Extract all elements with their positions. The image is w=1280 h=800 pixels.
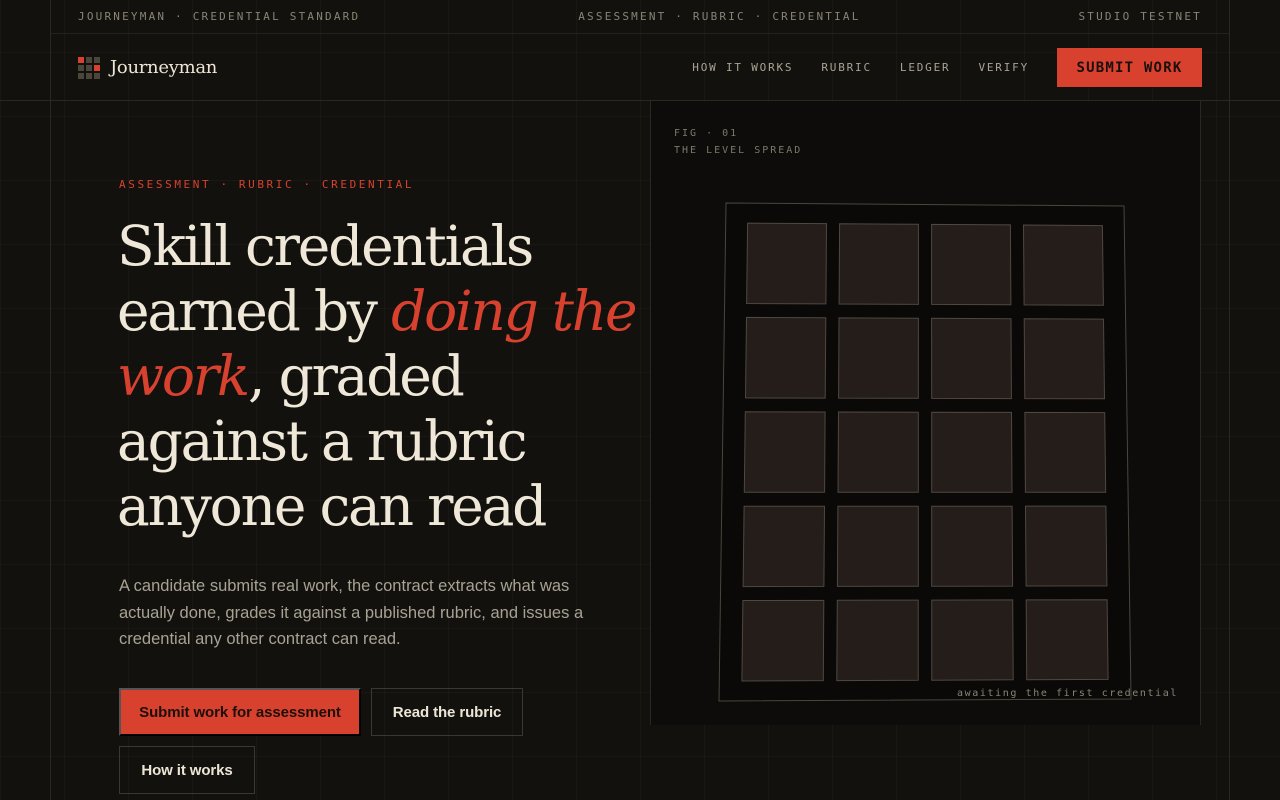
level-tile	[1024, 505, 1108, 587]
level-tile	[931, 223, 1012, 306]
level-tile	[1025, 599, 1109, 681]
level-spread-figure: FIG · 01 THE LEVEL SPREAD awaiting the f…	[650, 101, 1201, 725]
nav-links: HOW IT WORKS RUBRIC LEDGER VERIFY SUBMIT…	[664, 48, 1202, 87]
level-tile	[741, 599, 825, 682]
level-tile	[837, 411, 919, 493]
level-tile	[746, 222, 828, 305]
level-tile	[836, 599, 919, 682]
hero-lede: A candidate submits real work, the contr…	[119, 577, 584, 648]
how-it-works-button[interactable]: How it works	[119, 746, 255, 794]
level-tile	[743, 411, 826, 493]
level-tile	[836, 505, 919, 587]
level-tile	[838, 223, 919, 305]
level-tile	[742, 505, 826, 588]
level-tile	[931, 411, 1013, 493]
brand-grid-icon	[78, 56, 100, 79]
hero-eyebrow: ASSESSMENT · RUBRIC · CREDENTIAL	[119, 178, 415, 191]
nav-link-ledger[interactable]: LEDGER	[900, 61, 951, 74]
level-tile	[931, 599, 1014, 681]
hero-headline: Skill credentials earned by doing the wo…	[117, 214, 638, 539]
level-spread-graphic	[718, 202, 1132, 702]
utility-right: STUDIO TESTNET	[1078, 10, 1202, 23]
nav-link-rubric[interactable]: RUBRIC	[821, 61, 872, 74]
level-tile	[838, 317, 919, 399]
nav-link-verify[interactable]: VERIFY	[978, 61, 1029, 74]
main-nav: Journeyman HOW IT WORKS RUBRIC LEDGER VE…	[50, 34, 1230, 101]
submit-work-button[interactable]: SUBMIT WORK	[1057, 48, 1202, 87]
brand-name: Journeyman	[110, 57, 218, 78]
level-tile	[1023, 318, 1106, 400]
utility-bar: JOURNEYMAN · CREDENTIAL STANDARD ASSESSM…	[50, 0, 1230, 34]
frame-line-left	[50, 0, 51, 800]
frame-line-right	[1229, 0, 1230, 800]
nav-link-how-it-works[interactable]: HOW IT WORKS	[692, 61, 793, 74]
utility-left: JOURNEYMAN · CREDENTIAL STANDARD	[78, 10, 361, 23]
figure-caption: awaiting the first credential	[957, 688, 1178, 699]
read-rubric-button[interactable]: Read the rubric	[371, 688, 523, 736]
level-tile	[1024, 411, 1107, 493]
level-tile	[931, 317, 1012, 400]
brand-logo[interactable]: Journeyman	[78, 56, 218, 79]
submit-for-assessment-button[interactable]: Submit work for assessment	[119, 688, 361, 736]
utility-center: ASSESSMENT · RUBRIC · CREDENTIAL	[578, 10, 861, 23]
level-tile	[744, 316, 827, 399]
level-tile	[1022, 224, 1104, 306]
level-tile	[931, 505, 1014, 587]
